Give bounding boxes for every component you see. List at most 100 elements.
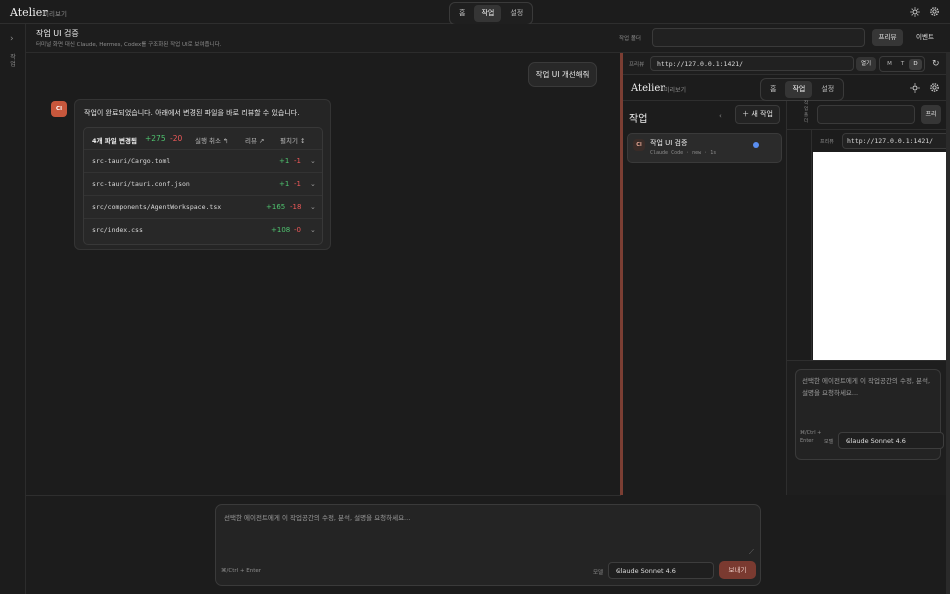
inner-tab-home[interactable]: 홈 (763, 81, 783, 98)
inner-folder-label: 작업 폴더 (804, 101, 809, 124)
chevron-down-icon[interactable]: ⌄ (310, 226, 316, 234)
events-button[interactable]: 이벤트 (909, 29, 941, 46)
open-button[interactable]: 열기 (856, 57, 876, 71)
inner-preview-button[interactable]: 프리 (921, 105, 941, 124)
inner-topbar: Atelier 미리보기 홈 작업 설정 (623, 75, 950, 101)
mode-tablet[interactable]: T (896, 60, 909, 69)
inner-task-avatar: Cl (633, 139, 645, 151)
app-window: Atelier 미리보기 홈 작업 설정 › 작업 작업 UI 검증 터미널 화… (0, 0, 950, 594)
file-name: src/components/AgentWorkspace.tsx (92, 203, 222, 211)
refresh-icon[interactable]: ↻ (932, 59, 940, 69)
preview-button[interactable]: 프리뷰 (872, 29, 903, 46)
inner-url-input[interactable]: http://127.0.0.1:1421/ (842, 133, 950, 149)
preview-viewport: Atelier 미리보기 홈 작업 설정 작업 ‹ ＋ 새 작업 Cl 작업 U… (623, 75, 950, 495)
model-label: 모델 (593, 570, 604, 576)
inner-folder-input[interactable] (817, 105, 915, 124)
brand-logo: Atelier (10, 6, 48, 19)
send-button[interactable]: 보내기 (719, 561, 756, 579)
changes-removed-count: -20 (170, 134, 183, 143)
folder-label: 작업 폴더 (619, 36, 641, 42)
file-removed: -1 (294, 157, 301, 165)
inner-gear-icon[interactable] (929, 82, 940, 96)
file-removed: -1 (294, 180, 301, 188)
composer[interactable]: 선택한 에이전트에게 이 작업공간의 수정, 분석, 설명을 요청하세요... … (215, 504, 761, 586)
brand-subtitle: 미리보기 (43, 10, 67, 18)
file-added: +165 (266, 203, 286, 211)
inner-new-task-button[interactable]: ＋ 새 작업 (735, 105, 780, 124)
inner-preview-canvas (813, 152, 950, 388)
inner-task-sidebar: 작업 ‹ ＋ 새 작업 Cl 작업 UI 검증 Claude Code · ne… (623, 101, 787, 495)
inner-tab-work[interactable]: 작업 (785, 81, 813, 98)
theme-toggle-icon[interactable] (910, 7, 920, 20)
changes-added-count: +275 (145, 134, 166, 143)
agent-message-text: 작업이 완료되었습니다. 아래에서 변경된 파일을 바로 리뷰할 수 있습니다. (84, 109, 300, 117)
agent-message: 작업이 완료되었습니다. 아래에서 변경된 파일을 바로 리뷰할 수 있습니다.… (74, 99, 331, 250)
expand-button[interactable]: 펼치기 ↕ (280, 135, 305, 145)
composer-placeholder: 선택한 에이전트에게 이 작업공간의 수정, 분석, 설명을 요청하세요... (224, 514, 411, 522)
mode-desktop[interactable]: D (909, 59, 922, 70)
chat-area: 작업 UI 개선해줘 Cl 작업이 완료되었습니다. 아래에서 변경된 파일을 … (26, 53, 621, 495)
changes-card: 4개 파일 변경됨 +275 -20 실행 취소 ↰ 리뷰 ↗ 펼치기 ↕ sr… (83, 127, 323, 245)
workspace-header: 작업 UI 검증 터미널 화면 대신 Claude, Hermes, Codex… (26, 24, 950, 53)
changed-file-row[interactable]: src/index.css +108 -0 ⌄ (84, 219, 322, 242)
inner-section-title: 작업 (629, 114, 648, 125)
chevron-down-icon[interactable]: ⌄ (310, 180, 316, 188)
chevron-down-icon: ⌄ (846, 436, 852, 444)
inner-submit-hint: ⌘/Ctrl + Enter (800, 430, 822, 444)
chevron-down-icon[interactable]: ⌄ (310, 203, 316, 211)
page-subtitle: 터미널 화면 대신 Claude, Hermes, Codex를 구조화된 작업… (36, 42, 222, 48)
inner-nav-tabs: 홈 작업 설정 (760, 78, 845, 101)
plus-icon: ＋ (742, 110, 750, 118)
inner-task-title: 작업 UI 검증 (650, 139, 688, 147)
preview-toolbar: 프리뷰 http://127.0.0.1:1421/ 열기 M T D ↻ (623, 53, 950, 75)
inner-brand-subtitle: 미리보기 (664, 87, 687, 94)
inner-collapse-icon[interactable]: ‹ (719, 112, 722, 120)
file-added: +1 (279, 180, 290, 188)
inner-composer-area: 선택한 에이전트에게 이 작업공간의 수정, 분석, 설명을 요청하세요... … (787, 360, 950, 495)
review-button[interactable]: 리뷰 ↗ (245, 135, 264, 145)
changed-file-row[interactable]: src-tauri/Cargo.toml +1 -1 ⌄ (84, 150, 322, 173)
inner-task-card[interactable]: Cl 작업 UI 검증 Claude Code · new · 1s (627, 133, 782, 163)
nav-tab-home[interactable]: 홈 (452, 5, 472, 22)
inner-preview-label: 프리뷰 (820, 139, 834, 145)
scrollbar[interactable] (946, 53, 950, 594)
undo-button[interactable]: 실행 취소 ↰ (195, 135, 229, 145)
model-select[interactable]: Claude Sonnet 4.6 ⌄ (608, 562, 714, 579)
inner-task-meta: Claude Code · new · 1s (650, 150, 717, 156)
file-added: +1 (279, 157, 290, 165)
chevron-down-icon[interactable]: ⌄ (310, 157, 316, 165)
top-bar: Atelier 미리보기 홈 작업 설정 (0, 0, 950, 25)
changed-file-row[interactable]: src-tauri/tauri.conf.json +1 -1 ⌄ (84, 173, 322, 196)
submit-hint: ⌘/Ctrl + Enter (221, 568, 262, 574)
file-removed: -18 (290, 203, 302, 211)
nav-tab-work[interactable]: 작업 (474, 5, 502, 22)
inner-tab-settings[interactable]: 설정 (814, 81, 841, 98)
rail-label: 작업 (10, 54, 16, 68)
gear-icon[interactable] (929, 6, 940, 20)
left-rail: › 작업 (0, 24, 26, 594)
changes-header: 4개 파일 변경됨 +275 -20 실행 취소 ↰ 리뷰 ↗ 펼치기 ↕ (84, 128, 322, 150)
rail-expand-chevron-icon[interactable]: › (10, 34, 14, 44)
viewport-mode-group: M T D (879, 56, 925, 72)
inner-model-label: 모델 (824, 439, 834, 445)
changes-title: 4개 파일 변경됨 (92, 137, 137, 145)
resize-handle-icon[interactable]: ⟋ (749, 547, 754, 557)
folder-input[interactable] (652, 28, 865, 47)
file-name: src/index.css (92, 226, 143, 234)
user-message-bubble: 작업 UI 개선해줘 (528, 62, 597, 87)
inner-model-select[interactable]: Claude Sonnet 4.6 ⌄ (838, 432, 944, 449)
mode-mobile[interactable]: M (883, 60, 896, 69)
preview-url-input[interactable]: http://127.0.0.1:1421/ (650, 56, 854, 71)
inner-theme-icon[interactable] (910, 83, 920, 96)
status-dot (753, 142, 759, 148)
inner-composer[interactable]: 선택한 에이전트에게 이 작업공간의 수정, 분석, 설명을 요청하세요... … (795, 369, 944, 460)
preview-panel: 프리뷰 http://127.0.0.1:1421/ 열기 M T D ↻ At… (623, 53, 950, 495)
inner-preview-frame: 프리뷰 http://127.0.0.1:1421/ (811, 130, 950, 388)
inner-workspace: 작업 폴더 프리 프리뷰 http://127.0.0.1:1421/ 선택한 … (787, 101, 950, 495)
agent-avatar: Cl (51, 101, 67, 117)
chevron-down-icon: ⌄ (616, 566, 622, 574)
inner-brand-logo: Atelier (631, 83, 666, 94)
file-name: src-tauri/Cargo.toml (92, 157, 171, 165)
changed-file-row[interactable]: src/components/AgentWorkspace.tsx +165 -… (84, 196, 322, 219)
nav-tab-settings[interactable]: 설정 (503, 5, 530, 22)
